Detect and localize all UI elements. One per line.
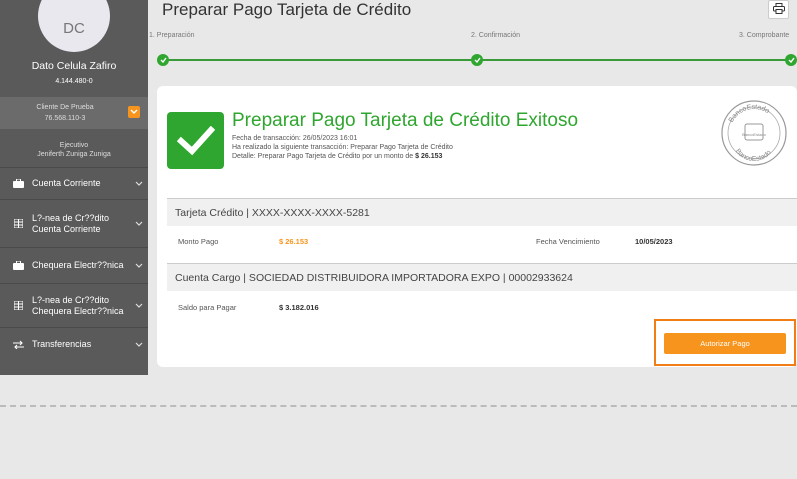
sidebar-item-linea-credito-chequera[interactable]: L?-nea de Cr??dito Chequera Electr??nica bbox=[0, 283, 148, 327]
briefcase-icon bbox=[12, 261, 24, 271]
sidebar-item-label: Transferencias bbox=[32, 339, 92, 349]
print-icon bbox=[772, 1, 785, 19]
chevron-down-icon bbox=[130, 342, 148, 347]
chevron-down-icon bbox=[130, 303, 148, 308]
stamp-bottom-text: BancoEstado bbox=[734, 148, 773, 163]
sidebar-item-cuenta-corriente[interactable]: Cuenta Corriente bbox=[0, 167, 148, 199]
bancoestado-stamp-icon: BancoEstado BancoEstado BancoEstado bbox=[721, 100, 787, 166]
step-3-check-icon bbox=[785, 54, 797, 66]
sidebar-item-label: L?-nea de Cr??dito Chequera Electr??nica bbox=[32, 294, 124, 316]
chevron-down-icon[interactable] bbox=[128, 106, 140, 118]
avatar[interactable]: DC bbox=[38, 0, 110, 52]
sidebar: DC Dato Celula Zafiro 4.144.480-0 Client… bbox=[0, 0, 148, 375]
client-name: Cliente De Prueba bbox=[36, 104, 94, 111]
client-selector[interactable]: Cliente De Prueba 76.568.110-3 bbox=[0, 97, 148, 129]
transfer-icon bbox=[12, 340, 24, 350]
monto-label: Monto Pago bbox=[178, 237, 219, 246]
sidebar-item-label: Chequera Electr??nica bbox=[32, 260, 124, 270]
user-name: Dato Celula Zafiro bbox=[31, 60, 117, 72]
authorize-payment-button[interactable]: Autorizar Pago bbox=[664, 333, 786, 354]
transaction-detail-text: Detalle: Preparar Pago Tarjeta de Crédit… bbox=[232, 153, 414, 160]
vencimiento-value: 10/05/2023 bbox=[635, 237, 673, 246]
stamp-center-text: BancoEstado bbox=[742, 132, 767, 137]
svg-text:BancoEstado: BancoEstado bbox=[734, 148, 773, 163]
step-1-check-icon bbox=[157, 54, 169, 66]
monto-value: $ 26.153 bbox=[279, 237, 309, 246]
vencimiento-label: Fecha Vencimiento bbox=[536, 237, 600, 246]
step-preparacion: 1. Preparación bbox=[149, 32, 195, 39]
step-confirmacion: 2. Confirmación bbox=[471, 32, 521, 39]
chevron-down-icon bbox=[130, 221, 148, 226]
success-check-icon bbox=[167, 112, 224, 169]
sidebar-item-transferencias[interactable]: Transferencias bbox=[0, 327, 148, 361]
account-section-header: Cuenta Cargo | SOCIEDAD DISTRIBUIDORA IM… bbox=[167, 263, 797, 291]
grid-icon bbox=[12, 219, 24, 229]
executive-label: Ejecutivo bbox=[59, 142, 89, 149]
saldo-value: $ 3.182.016 bbox=[279, 303, 319, 312]
step-2-check-icon bbox=[471, 54, 483, 66]
sidebar-item-label: L?-nea de Cr??dito Cuenta Corriente bbox=[32, 212, 110, 234]
sidebar-item-label: Cuenta Corriente bbox=[32, 178, 101, 188]
saldo-label: Saldo para Pagar bbox=[178, 303, 237, 312]
chevron-down-icon bbox=[130, 181, 148, 186]
sidebar-item-linea-credito-cc[interactable]: L?-nea de Cr??dito Cuenta Corriente bbox=[0, 199, 148, 247]
svg-text:BancoEstado: BancoEstado bbox=[728, 104, 771, 124]
avatar-initials: DC bbox=[63, 19, 85, 37]
transaction-detail-amount: $ 26.153 bbox=[415, 153, 443, 160]
briefcase-icon bbox=[12, 179, 24, 189]
print-button[interactable] bbox=[768, 0, 789, 19]
user-rut: 4.144.480-0 bbox=[55, 78, 93, 85]
chevron-down-icon bbox=[130, 263, 148, 268]
sidebar-item-chequera[interactable]: Chequera Electr??nica bbox=[0, 247, 148, 283]
executive-name: Jeniferth Zuniga Zuniga bbox=[37, 151, 111, 158]
card-section-header: Tarjeta Crédito | XXXX-XXXX-XXXX-5281 bbox=[167, 198, 797, 226]
success-title: Preparar Pago Tarjeta de Crédito Exitoso bbox=[232, 110, 579, 131]
client-rut: 76.568.110-3 bbox=[44, 115, 86, 122]
transaction-description: Ha realizado la siguiente transacción: P… bbox=[232, 144, 453, 151]
page-title: Preparar Pago Tarjeta de Crédito bbox=[162, 0, 412, 19]
step-comprobante: 3. Comprobante bbox=[739, 32, 790, 39]
dashed-divider bbox=[0, 405, 797, 407]
grid-icon bbox=[12, 301, 24, 311]
stamp-top-text: BancoEstado bbox=[728, 104, 771, 124]
transaction-date: Fecha de transacción: 26/05/2023 16:01 bbox=[232, 135, 358, 142]
transaction-detail: Detalle: Preparar Pago Tarjeta de Crédit… bbox=[232, 153, 442, 160]
